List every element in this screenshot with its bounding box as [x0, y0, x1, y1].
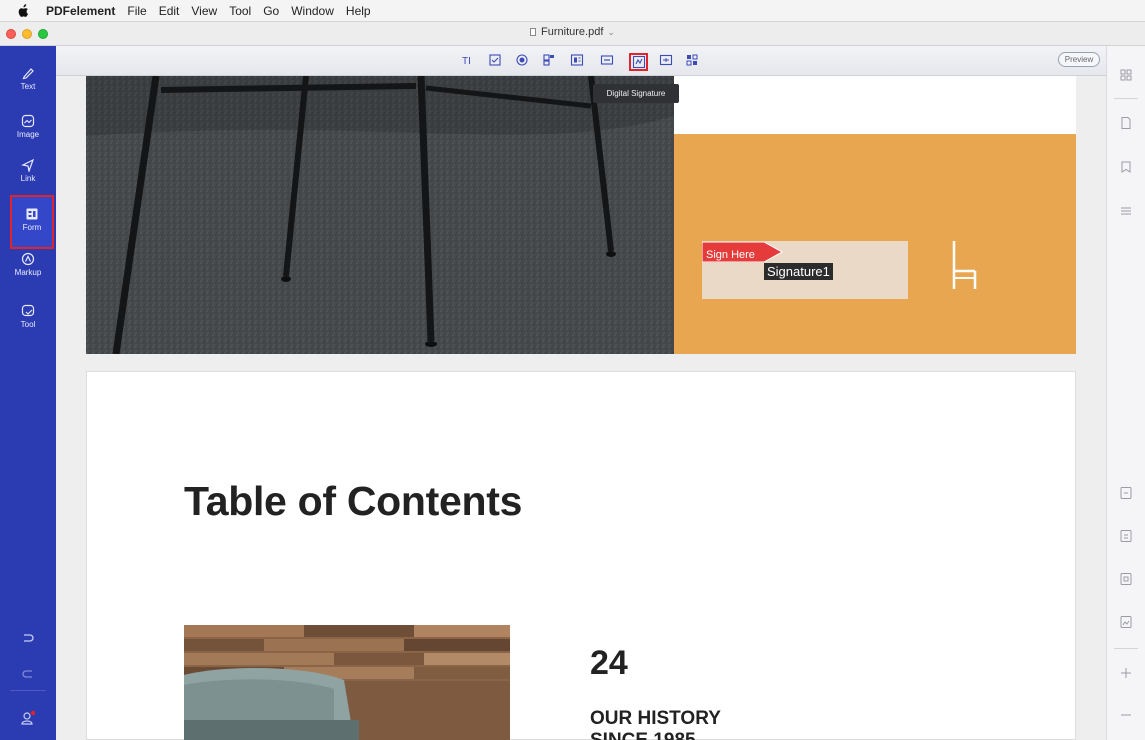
- menu-view[interactable]: View: [191, 4, 217, 18]
- list-box-icon: [570, 54, 584, 66]
- list-box-tool[interactable]: [570, 53, 584, 67]
- export-button[interactable]: [1119, 486, 1133, 500]
- menu-file[interactable]: File: [127, 4, 146, 18]
- window-title[interactable]: Furniture.pdf ⌄: [0, 26, 1145, 38]
- document-title: Furniture.pdf: [541, 26, 604, 38]
- menu-help[interactable]: Help: [346, 4, 371, 18]
- undo-icon: [24, 634, 34, 642]
- barcode-icon: [686, 54, 698, 66]
- list-icon: [1121, 207, 1131, 215]
- date-field-icon: [659, 54, 673, 66]
- sidebar-tool-label: Tool: [20, 320, 36, 329]
- menu-window[interactable]: Window: [291, 4, 334, 18]
- sidebar-tool-label: Text: [20, 82, 36, 91]
- undo-button[interactable]: [0, 630, 56, 644]
- thumbnails-button[interactable]: [1119, 68, 1133, 82]
- apple-logo-icon[interactable]: [16, 3, 30, 18]
- sign-here-flag: Sign Here: [702, 242, 784, 262]
- radio-button-icon: [516, 54, 528, 66]
- account-button[interactable]: [0, 710, 56, 726]
- window-titlebar: Furniture.pdf ⌄: [0, 22, 1145, 46]
- image-icon: [1120, 616, 1132, 628]
- document-icon: [530, 28, 537, 36]
- right-divider: [1114, 98, 1138, 99]
- minus-icon: [1121, 714, 1131, 716]
- sidebar-tool-link[interactable]: Link: [4, 150, 52, 196]
- user-icon: [21, 710, 36, 725]
- preview-button[interactable]: Preview: [1058, 52, 1100, 67]
- checkbox-tool[interactable]: [488, 53, 502, 67]
- chair-legs-photo: [86, 76, 674, 354]
- sign-here-label: Sign Here: [706, 249, 755, 261]
- app-name-menu[interactable]: PDFelement: [46, 4, 115, 18]
- sidebar-tool-label: Link: [20, 174, 36, 183]
- bookmark-button[interactable]: [1119, 160, 1133, 174]
- sidebar-divider: [10, 690, 46, 691]
- tool-icon: [21, 304, 35, 317]
- text-field-icon: TI: [462, 56, 471, 67]
- sidebar-tool-label: Markup: [14, 268, 42, 277]
- text-field-tool[interactable]: TI: [461, 53, 475, 67]
- properties-icon: [1120, 573, 1132, 585]
- sidebar-tool-form[interactable]: Form: [10, 195, 54, 249]
- menu-tool[interactable]: Tool: [229, 4, 251, 18]
- redo-icon: [22, 670, 32, 678]
- history-heading-line1: OUR HISTORY: [590, 708, 721, 729]
- sidebar-tool-label: Image: [16, 130, 40, 139]
- chair-icon: [951, 241, 977, 294]
- menu-go[interactable]: Go: [263, 4, 279, 18]
- signature-field-name: Signature1: [764, 263, 833, 280]
- outline-button[interactable]: [1119, 204, 1133, 218]
- bookmark-icon: [1121, 161, 1131, 173]
- right-divider: [1114, 648, 1138, 649]
- image-icon: [21, 114, 35, 128]
- combo-box-tool[interactable]: [542, 53, 556, 67]
- right-sidebar: [1106, 46, 1145, 740]
- menu-edit[interactable]: Edit: [159, 4, 180, 18]
- redo-button[interactable]: [0, 666, 56, 680]
- svg-text:TI: TI: [462, 56, 471, 67]
- combo-box-icon: [543, 54, 554, 66]
- image-panel-button[interactable]: [1119, 615, 1133, 629]
- sidebar-tool-image[interactable]: Image: [4, 106, 52, 152]
- sidebar-tool-tool[interactable]: Tool: [4, 296, 52, 342]
- button-tool[interactable]: [600, 53, 614, 67]
- page-number: 24: [590, 644, 628, 682]
- barcode-tool[interactable]: [685, 53, 699, 67]
- sidebar-tool-text[interactable]: Text: [4, 58, 52, 104]
- menu-bar: PDFelement File Edit View Tool Go Window…: [0, 0, 1145, 22]
- digital-signature-tooltip: Digital Signature: [593, 84, 679, 103]
- properties-button[interactable]: [1119, 572, 1133, 586]
- zoom-out-button[interactable]: [1119, 708, 1133, 722]
- markup-icon: [21, 252, 35, 266]
- sidebar-tool-markup[interactable]: Markup: [4, 244, 52, 290]
- page-button[interactable]: [1119, 116, 1133, 130]
- zoom-in-button[interactable]: [1119, 666, 1133, 680]
- link-icon: [21, 158, 35, 172]
- digital-signature-highlight: [629, 53, 648, 71]
- compare-icon: [1120, 530, 1132, 542]
- chevron-down-icon[interactable]: ⌄: [607, 27, 615, 37]
- pen-icon: [22, 68, 34, 80]
- form-icon: [26, 208, 38, 220]
- page-icon: [1121, 117, 1131, 129]
- history-heading-line2: SINCE 1985: [590, 730, 696, 740]
- sofa-photo: [184, 625, 510, 740]
- plus-icon: [1121, 668, 1131, 678]
- checkbox-icon: [489, 54, 501, 66]
- date-field-tool[interactable]: [659, 53, 673, 67]
- compare-button[interactable]: [1119, 529, 1133, 543]
- sidebar-tool-label: Form: [22, 223, 42, 232]
- radio-button-tool[interactable]: [515, 53, 529, 67]
- button-icon: [600, 55, 614, 65]
- toc-heading: Table of Contents: [184, 478, 523, 524]
- export-icon: [1120, 487, 1132, 499]
- grid-icon: [1120, 69, 1132, 81]
